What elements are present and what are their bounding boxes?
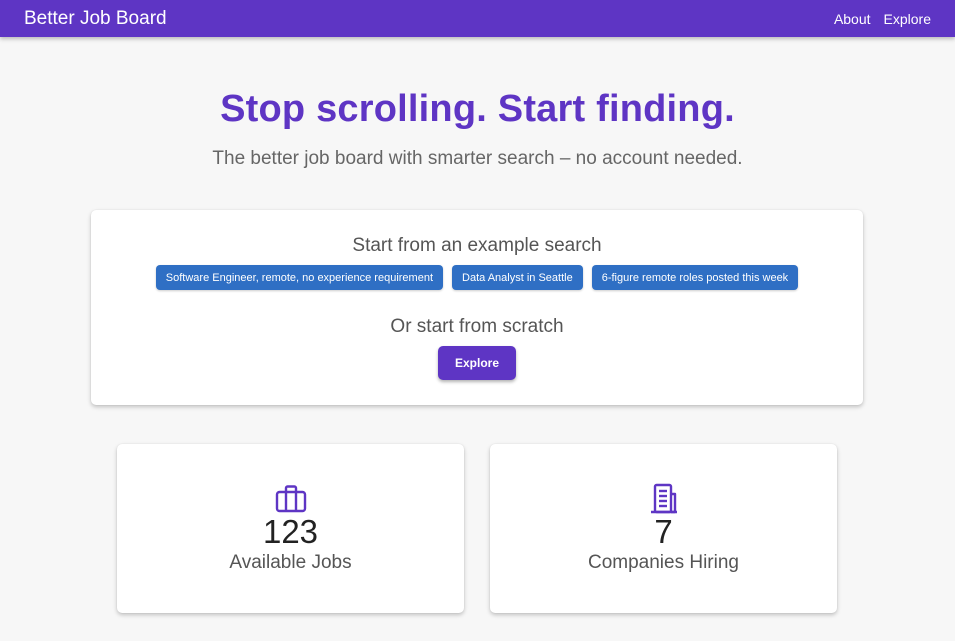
building-icon [651,483,677,514]
companies-hiring-label: Companies Hiring [587,552,739,573]
top-nav: About Explore [834,11,931,27]
scratch-heading: Or start from scratch [390,316,564,337]
available-jobs-count: 123 [262,513,319,550]
explore-button[interactable]: Explore [438,346,516,380]
available-jobs-label: Available Jobs [229,552,352,573]
app-bar: Better Job Board About Explore [0,0,955,37]
example-chip-data-analyst[interactable]: Data Analyst in Seattle [452,265,583,290]
example-chip-six-figure-remote[interactable]: 6-figure remote roles posted this week [591,265,799,290]
brand-title[interactable]: Better Job Board [24,8,167,30]
hero-title: Stop scrolling. Start finding. [220,88,735,130]
briefcase-icon [275,485,307,513]
example-search-heading: Start from an example search [352,235,602,256]
example-search-chips: Software Engineer, remote, no experience… [91,265,863,290]
hero-subtitle: The better job board with smarter search… [212,148,743,169]
search-card: Start from an example search Software En… [91,210,863,405]
nav-explore-link[interactable]: Explore [884,11,931,27]
stat-card-jobs: 123 Available Jobs [117,444,464,613]
stat-card-companies: 7 Companies Hiring [490,444,837,613]
nav-about-link[interactable]: About [834,11,871,27]
companies-hiring-count: 7 [654,513,673,550]
example-chip-software-engineer[interactable]: Software Engineer, remote, no experience… [155,265,444,290]
